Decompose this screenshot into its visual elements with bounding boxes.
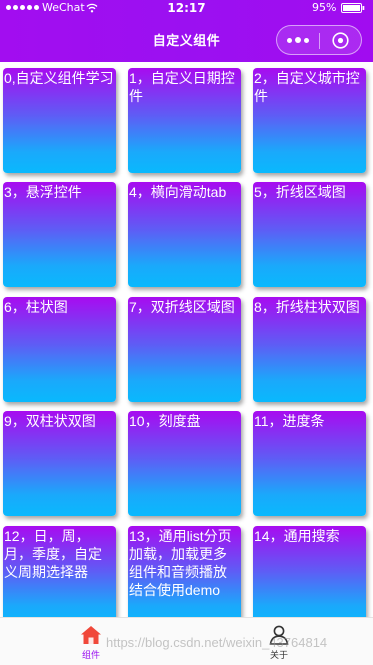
- tab-about-label: 关于: [269, 651, 288, 661]
- tab-components-label: 组件: [81, 651, 100, 661]
- grid-item[interactable]: 7，双折线区域图: [128, 297, 241, 402]
- grid-item[interactable]: 6，柱状图: [3, 297, 116, 402]
- mini-program-capsule: [276, 25, 362, 55]
- grid-item[interactable]: 3，悬浮控件: [3, 182, 116, 287]
- close-mini-program-icon[interactable]: [332, 32, 349, 49]
- grid-item[interactable]: 4，横向滑动tab: [128, 182, 241, 287]
- grid-item[interactable]: 13，通用list分页加载，加载更多组件和音频播放结合使用demo: [128, 526, 241, 617]
- grid-item[interactable]: 14，通用搜索: [253, 526, 366, 617]
- status-bar: WeChat 12:17 95%: [0, 0, 373, 16]
- bottom-tab-bar: 组件 关于 https://blog.csdn.net/weixin_43764…: [0, 617, 373, 665]
- more-options-icon[interactable]: [287, 36, 309, 44]
- battery-percentage: 95%: [312, 1, 337, 14]
- component-grid: 0,自定义组件学习 1，自定义日期控件 2，自定义城市控件 3，悬浮控件 4，横…: [0, 62, 373, 617]
- grid-item[interactable]: 0,自定义组件学习: [3, 68, 116, 173]
- capsule-divider: [319, 33, 320, 49]
- home-icon: [81, 626, 101, 644]
- navigation-header: WeChat 12:17 95% 自定义组件: [0, 0, 373, 62]
- grid-item[interactable]: 12，日，周，月，季度，自定义周期选择器: [3, 526, 116, 617]
- grid-item[interactable]: 10，刻度盘: [128, 411, 241, 516]
- grid-item[interactable]: 1，自定义日期控件: [128, 68, 241, 173]
- grid-item[interactable]: 9，双柱状双图: [3, 411, 116, 516]
- grid-item[interactable]: 5，折线区域图: [253, 182, 366, 287]
- grid-item[interactable]: 11，进度条: [253, 411, 366, 516]
- grid-item[interactable]: 2，自定义城市控件: [253, 68, 366, 173]
- grid-item[interactable]: 8，折线柱状双图: [253, 297, 366, 402]
- watermark-text: https://blog.csdn.net/weixin_43764814: [106, 635, 328, 650]
- battery-icon: [341, 3, 365, 13]
